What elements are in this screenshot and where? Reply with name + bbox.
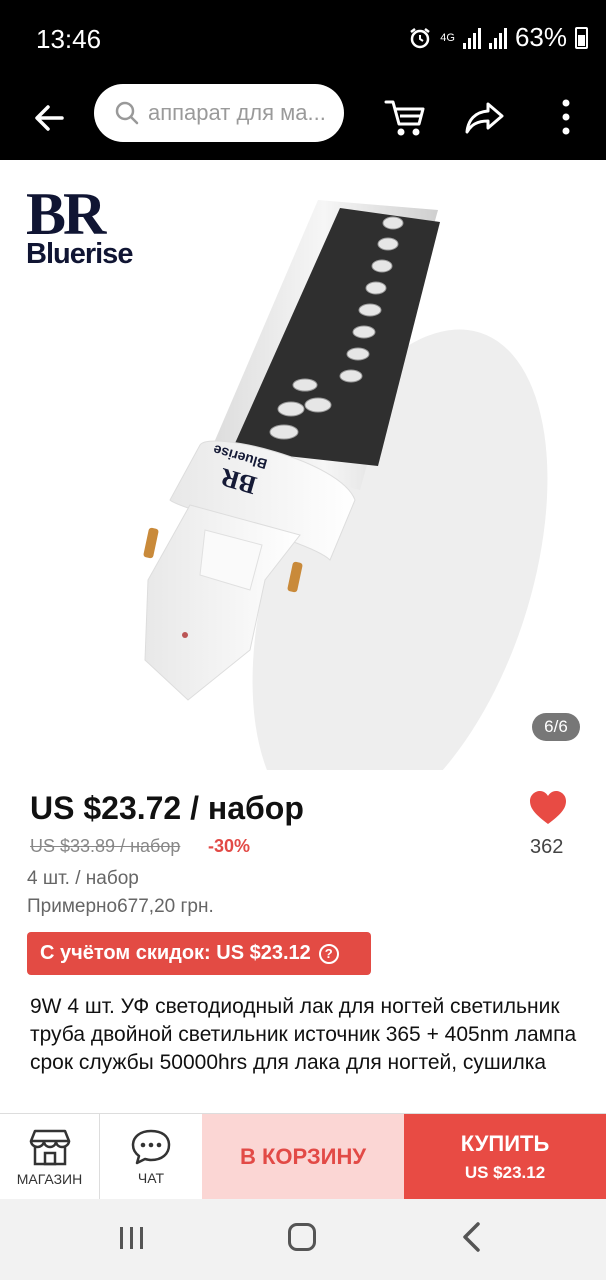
signal-icon-2 — [488, 27, 507, 49]
signal-icon — [462, 27, 481, 49]
search-input[interactable]: аппарат для ма... — [94, 84, 344, 142]
old-price: US $33.89 / набор — [30, 836, 181, 856]
more-icon[interactable] — [552, 94, 580, 140]
search-icon — [115, 101, 139, 125]
store-icon — [29, 1129, 70, 1166]
approx-local-price: Примерно677,20 грн. — [27, 896, 214, 917]
app-header: аппарат для ма... — [0, 80, 606, 160]
battery-icon — [575, 26, 588, 49]
search-placeholder: аппарат для ма... — [148, 100, 326, 125]
status-icons: 4G 63% — [408, 22, 588, 53]
add-to-cart-label: В КОРЗИНУ — [239, 1144, 367, 1169]
buy-now-price: US $23.12 — [464, 1163, 546, 1182]
product-lamp-image: BR Bluerise — [143, 200, 548, 770]
heart-icon[interactable] — [528, 788, 568, 828]
system-back-icon[interactable] — [458, 1221, 486, 1253]
status-bar: 13:46 4G 63% — [0, 0, 606, 80]
back-arrow-icon[interactable] — [30, 98, 70, 138]
discount-price-text: С учётом скидок: US $23.12 — [40, 942, 311, 964]
status-time: 13:46 — [36, 24, 102, 54]
alarm-icon — [410, 27, 431, 48]
cart-icon[interactable] — [382, 94, 428, 140]
share-icon[interactable] — [462, 94, 508, 140]
chat-label: ЧАТ — [137, 1170, 165, 1186]
product-image-gallery[interactable]: BR Bluerise BR Bluerise — [0, 160, 606, 770]
recent-apps-icon[interactable] — [118, 1226, 146, 1250]
help-icon[interactable]: ? — [318, 943, 339, 964]
quantity-per-set: 4 шт. / набор — [27, 868, 139, 889]
store-label: МАГАЗИН — [16, 1171, 83, 1187]
chat-icon — [131, 1129, 171, 1165]
product-title: 9W 4 шт. УФ светодиодный лак для ногтей … — [30, 995, 577, 1074]
bottom-action-bar: МАГАЗИН ЧАТ В КОРЗИНУ КУПИТЬ US $23.12 — [0, 1113, 606, 1200]
discount-badge: -30% — [208, 836, 251, 856]
discount-price-badge[interactable]: С учётом скидок: US $23.12 ? — [27, 932, 371, 975]
add-to-cart-button[interactable]: В КОРЗИНУ — [202, 1114, 404, 1200]
store-button[interactable]: МАГАЗИН — [0, 1114, 100, 1200]
image-counter: 6/6 — [532, 713, 580, 741]
battery-percent: 63% — [514, 22, 567, 52]
buy-now-button[interactable]: КУПИТЬ US $23.12 — [404, 1114, 606, 1200]
buy-now-label: КУПИТЬ — [460, 1131, 550, 1156]
chat-button[interactable]: ЧАТ — [100, 1114, 202, 1200]
wishlist-count: 362 — [530, 836, 564, 858]
network-type: 4G — [440, 31, 455, 44]
home-icon[interactable] — [288, 1223, 316, 1251]
system-nav-bar — [0, 1199, 606, 1280]
product-price: US $23.72 / набор — [30, 790, 304, 826]
